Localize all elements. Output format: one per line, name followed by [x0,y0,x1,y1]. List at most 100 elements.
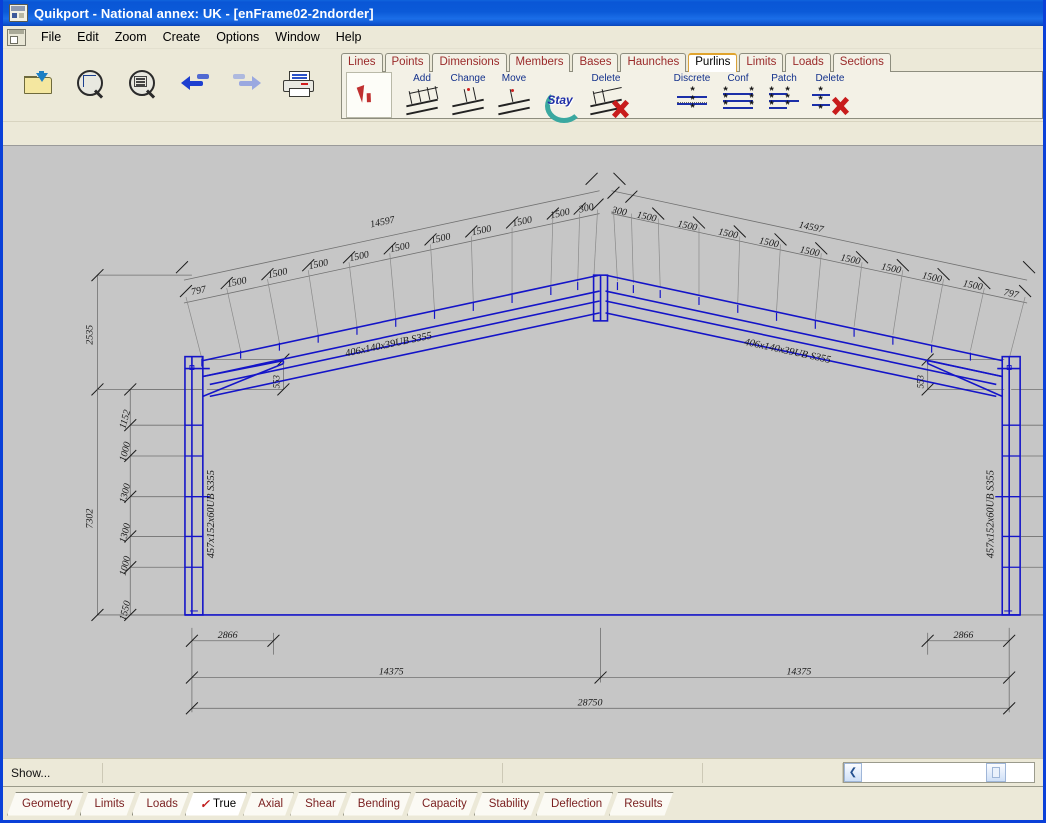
bottom-tab-limits[interactable]: Limits [80,792,136,816]
print-button[interactable] [281,65,317,101]
restraint-delete-button[interactable]: Delete * * * [808,74,852,118]
bottom-tab-geometry[interactable]: Geometry [7,792,84,816]
roof-dim-right-10: 797 [1003,287,1021,301]
show-status-label[interactable]: Show... [3,762,103,783]
purlin-delete-button[interactable]: Delete [584,73,630,119]
status-cell-2 [503,762,703,783]
horizontal-scrollbar[interactable]: ❮ [843,762,1035,783]
column-total-dim: 7302 [84,509,95,529]
tab-haunches[interactable]: Haunches [620,53,687,72]
tab-limits[interactable]: Limits [739,53,784,72]
tab-loads[interactable]: Loads [785,53,831,72]
roof-dim-right-5: 1500 [799,244,821,259]
menu-zoom[interactable]: Zoom [107,28,155,46]
roof-dim-left-1: 1500 [226,275,248,290]
base-dim-right: 2866 [954,630,974,641]
document-icon [7,28,26,46]
application-window: Quikport - National annex: UK - [enFrame… [0,0,1046,823]
purlin-delete-label: Delete [591,73,621,84]
tab-lines[interactable]: Lines [341,53,383,72]
column-dim-2: 1300 [118,482,134,504]
roof-dim-left-10: 300 [577,202,595,216]
drawing-canvas[interactable]: 797 1500 1500 1500 1500 1500 1500 1500 1… [3,145,1043,758]
status-bar: Show... ❮ [3,758,1043,786]
rafter-section-label-right: 406x140x39UB S355 [743,337,832,366]
roof-dim-right-8: 1500 [921,270,943,285]
purlin-move-label: Move [501,73,527,84]
menu-window[interactable]: Window [267,28,327,46]
menu-options[interactable]: Options [208,28,267,46]
base-dim-left: 2866 [218,630,238,641]
roof-dim-right-4: 1500 [758,236,780,251]
open-icon [24,71,52,94]
status-cell-1 [103,762,503,783]
tab-dimensions[interactable]: Dimensions [432,53,507,72]
roof-dim-left-0: 797 [190,284,208,298]
column-dim-1: 1000 [118,441,134,463]
main-toolbar: Lines Points Dimensions Members Bases Ha… [3,49,1043,123]
window-title: Quikport - National annex: UK - [enFrame… [34,5,374,21]
select-tool-button[interactable] [346,72,392,118]
menu-edit[interactable]: Edit [69,28,107,46]
open-button[interactable] [21,65,57,101]
roof-dim-right-2: 1500 [676,219,698,234]
restraint-discrete-label: Discrete [673,73,711,84]
roof-dim-left-6: 1500 [430,231,452,246]
portal-frame-drawing: 797 1500 1500 1500 1500 1500 1500 1500 1… [84,172,1043,715]
bottom-tab-capacity[interactable]: Capacity [407,792,478,816]
check-icon: ✓ [199,797,210,811]
bottom-tab-bending[interactable]: Bending [343,792,411,816]
scrollbar-track[interactable] [862,763,986,782]
restraint-conf-button[interactable]: Conf * * * * * * [716,74,760,118]
bottom-tab-loads[interactable]: Loads [132,792,189,816]
redo-button[interactable] [229,65,265,101]
app-icon [9,4,28,22]
column-section-label-right: 457x152x60UB S355 [985,470,996,558]
purlin-change-label: Change [450,73,486,84]
zoom-geometry-button[interactable] [73,65,109,101]
roof-dim-right-7: 1500 [880,261,902,276]
bottom-tab-shear[interactable]: Shear [290,792,347,816]
roof-dim-left-2: 1500 [267,266,289,281]
tab-sections[interactable]: Sections [832,53,891,72]
purlin-stay-button[interactable]: Stay [538,74,583,123]
roof-dim-right-9: 1500 [962,278,984,293]
bottom-tab-stability[interactable]: Stability [474,792,540,816]
tab-purlins[interactable]: Purlins [688,53,738,72]
span-total: 28750 [578,697,603,708]
print-icon [283,71,314,97]
tab-points[interactable]: Points [384,53,431,72]
column-dim-5: 1550 [118,600,134,622]
purlin-change-button[interactable]: Change [446,74,490,118]
purlin-move-button[interactable]: Move [492,74,536,118]
tab-bases[interactable]: Bases [572,53,619,72]
bottom-tab-deflection[interactable]: Deflection [536,792,613,816]
purlin-stay-label: Stay [547,93,573,107]
restraint-patch-button[interactable]: Patch * * * * * * [762,74,806,118]
scrollbar-thumb[interactable] [986,763,1006,782]
purlin-toolbar: Add Change Move Stay Delete Discrete * *… [341,71,1043,123]
menu-create[interactable]: Create [155,28,209,46]
restraint-discrete-icon: * * * [677,86,709,114]
bottom-tab-true[interactable]: ✓ True [185,792,247,816]
roof-dim-left-3: 1500 [308,257,330,272]
purlin-add-button[interactable]: Add [400,74,444,118]
category-tab-strip: Lines Points Dimensions Members Bases Ha… [341,53,1043,123]
column-dim-3: 1300 [118,522,134,544]
undo-button[interactable] [177,65,213,101]
chevron-left-icon[interactable]: ❮ [844,763,862,782]
bottom-tab-axial[interactable]: Axial [243,792,294,816]
scrollbar-track-right[interactable] [1006,763,1034,782]
toolbar-button-group [3,49,369,117]
purlin-change-icon [452,86,486,115]
title-bar: Quikport - National annex: UK - [enFrame… [3,0,1043,26]
restraint-patch-icon: * * * * * * [769,86,801,114]
tab-members[interactable]: Members [508,53,571,72]
restraint-discrete-button[interactable]: Discrete * * * [670,74,714,118]
delete-x-icon [830,96,850,116]
bottom-tab-results[interactable]: Results [609,792,673,816]
zoom-results-button[interactable] [125,65,161,101]
menu-help[interactable]: Help [328,28,370,46]
haunch-dim-right: 553 [916,374,926,388]
menu-file[interactable]: File [33,28,69,46]
